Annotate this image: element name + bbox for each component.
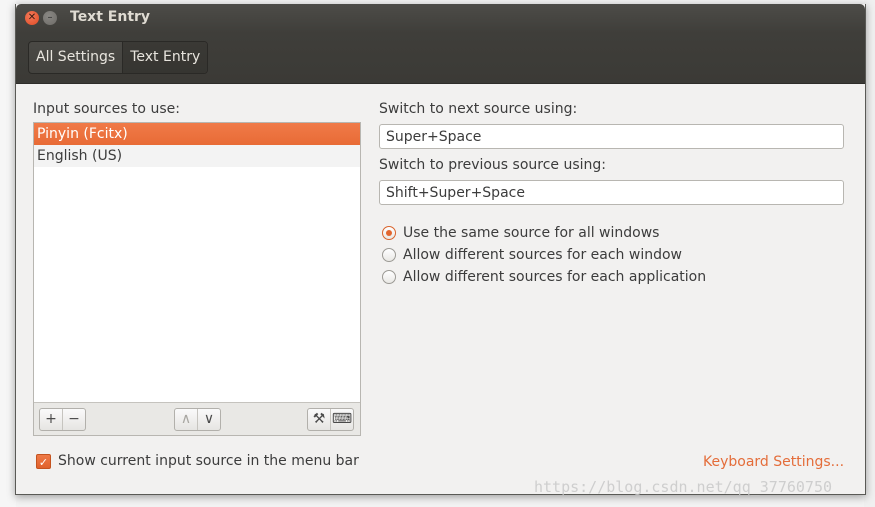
input-sources-heading: Input sources to use: bbox=[33, 101, 180, 117]
add-remove-group: + − bbox=[39, 408, 86, 431]
radio-button-selected[interactable] bbox=[382, 226, 396, 240]
previous-source-label: Switch to previous source using: bbox=[379, 157, 607, 173]
radio-button[interactable] bbox=[382, 270, 396, 284]
source-tools-group: ⚒ ⌨ bbox=[307, 408, 354, 431]
reorder-group: ∧ ∨ bbox=[174, 408, 221, 431]
close-icon[interactable]: ✕ bbox=[25, 11, 39, 25]
header-toolbar: All Settings Text Entry bbox=[16, 33, 865, 84]
text-entry-window: ✕ – Text Entry All Settings Text Entry I… bbox=[15, 4, 866, 495]
breadcrumb-text-entry[interactable]: Text Entry bbox=[122, 42, 208, 73]
next-source-label: Switch to next source using: bbox=[379, 101, 578, 117]
title-bar: ✕ – Text Entry bbox=[16, 4, 865, 33]
radio-button[interactable] bbox=[382, 248, 396, 262]
list-item-english[interactable]: English (US) bbox=[34, 145, 360, 167]
move-up-button[interactable]: ∧ bbox=[175, 409, 197, 430]
show-in-menu-bar-label: Show current input source in the menu ba… bbox=[58, 453, 359, 469]
keyboard-layout-icon[interactable]: ⌨ bbox=[330, 409, 353, 430]
remove-source-button[interactable]: − bbox=[62, 409, 85, 430]
input-sources-toolbar: + − ∧ ∨ ⚒ ⌨ bbox=[34, 402, 360, 435]
window-title: Text Entry bbox=[70, 9, 151, 25]
previous-source-shortcut-field[interactable]: Shift+Super+Space bbox=[379, 180, 844, 205]
radio-same-source[interactable]: Use the same source for all windows bbox=[382, 223, 659, 243]
breadcrumb-all-settings[interactable]: All Settings bbox=[29, 42, 122, 73]
add-source-button[interactable]: + bbox=[40, 409, 62, 430]
source-settings-icon[interactable]: ⚒ bbox=[308, 409, 330, 430]
watermark: https://blog.csdn.net/qq_37760750 bbox=[534, 478, 833, 496]
breadcrumb: All Settings Text Entry bbox=[28, 41, 209, 74]
next-source-shortcut-field[interactable]: Super+Space bbox=[379, 124, 844, 149]
checkmark-icon[interactable]: ✓ bbox=[36, 453, 51, 469]
move-down-button[interactable]: ∨ bbox=[197, 409, 220, 430]
input-sources-list[interactable]: Pinyin (Fcitx) English (US) + − ∧ ∨ ⚒ ⌨ bbox=[33, 122, 361, 436]
background-app-left bbox=[0, 0, 16, 507]
list-item-pinyin[interactable]: Pinyin (Fcitx) bbox=[34, 123, 360, 145]
radio-per-window[interactable]: Allow different sources for each window bbox=[382, 245, 682, 265]
keyboard-settings-link[interactable]: Keyboard Settings... bbox=[703, 454, 844, 470]
minimize-icon[interactable]: – bbox=[43, 11, 57, 25]
show-in-menu-bar-checkbox-row[interactable]: ✓ Show current input source in the menu … bbox=[36, 453, 359, 469]
radio-per-application[interactable]: Allow different sources for each applica… bbox=[382, 267, 706, 287]
